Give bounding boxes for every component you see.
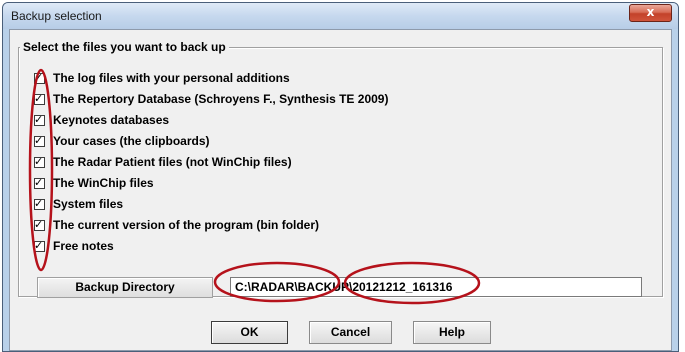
checkbox-label: The log files with your personal additio…: [53, 71, 290, 85]
checkbox-label: System files: [53, 197, 124, 211]
checkbox-box[interactable]: ✓: [34, 112, 45, 126]
checkmark-icon: ✓: [34, 133, 44, 147]
close-icon: x: [646, 5, 655, 19]
close-button[interactable]: x: [629, 4, 672, 22]
group-legend: Select the files you want to back up: [20, 40, 229, 54]
checkbox-label: The Repertory Database (Schroyens F., Sy…: [53, 92, 389, 106]
checkbox-label: The WinChip files: [53, 176, 154, 190]
checkbox-log-files[interactable]: ✓ The log files with your personal addit…: [34, 70, 290, 86]
checkbox-label: The current version of the program (bin …: [53, 218, 320, 232]
checkbox-program-version[interactable]: ✓ The current version of the program (bi…: [34, 217, 319, 233]
checkbox-box[interactable]: ✓: [34, 175, 45, 189]
backup-directory-button[interactable]: Backup Directory: [37, 277, 213, 298]
checkbox-box[interactable]: ✓: [34, 133, 45, 147]
checkbox-box[interactable]: ✓: [34, 196, 45, 210]
checkmark-icon: ✓: [34, 175, 44, 189]
checkbox-label: The Radar Patient files (not WinChip fil…: [53, 155, 292, 169]
checkbox-box[interactable]: ✓: [34, 70, 45, 84]
checkbox-box[interactable]: ✓: [34, 91, 45, 105]
checkbox-label: Keynotes databases: [53, 113, 170, 127]
cancel-button[interactable]: Cancel: [309, 321, 392, 344]
backup-selection-dialog: Backup selection x Select the files you …: [2, 2, 679, 352]
checkbox-box[interactable]: ✓: [34, 154, 45, 168]
checkbox-winchip-files[interactable]: ✓ The WinChip files: [34, 175, 154, 191]
checkbox-label: Your cases (the clipboards): [53, 134, 210, 148]
dialog-client-area: Select the files you want to back up ✓ T…: [9, 29, 672, 351]
window-title: Backup selection: [11, 9, 102, 23]
checkbox-system-files[interactable]: ✓ System files: [34, 196, 123, 212]
checkbox-repertory-database[interactable]: ✓ The Repertory Database (Schroyens F., …: [34, 91, 388, 107]
checkbox-box[interactable]: ✓: [34, 238, 45, 252]
checkmark-icon: ✓: [34, 238, 44, 252]
help-button[interactable]: Help: [413, 321, 491, 344]
checkmark-icon: ✓: [34, 196, 44, 210]
title-bar[interactable]: Backup selection x: [3, 3, 678, 29]
checkbox-label: Free notes: [53, 239, 114, 253]
ok-button[interactable]: OK: [211, 321, 288, 344]
checkmark-icon: ✓: [34, 112, 44, 126]
checkbox-keynotes-databases[interactable]: ✓ Keynotes databases: [34, 112, 169, 128]
checkmark-icon: ✓: [34, 70, 44, 84]
checkmark-icon: ✓: [34, 217, 44, 231]
checkbox-radar-patient-files[interactable]: ✓ The Radar Patient files (not WinChip f…: [34, 154, 292, 170]
checkmark-icon: ✓: [34, 154, 44, 168]
backup-directory-field[interactable]: C:\RADAR\BACKUP\20121212_161316: [230, 277, 642, 297]
checkbox-free-notes[interactable]: ✓ Free notes: [34, 238, 114, 254]
checkmark-icon: ✓: [34, 91, 44, 105]
checkbox-your-cases[interactable]: ✓ Your cases (the clipboards): [34, 133, 210, 149]
checkbox-box[interactable]: ✓: [34, 217, 45, 231]
